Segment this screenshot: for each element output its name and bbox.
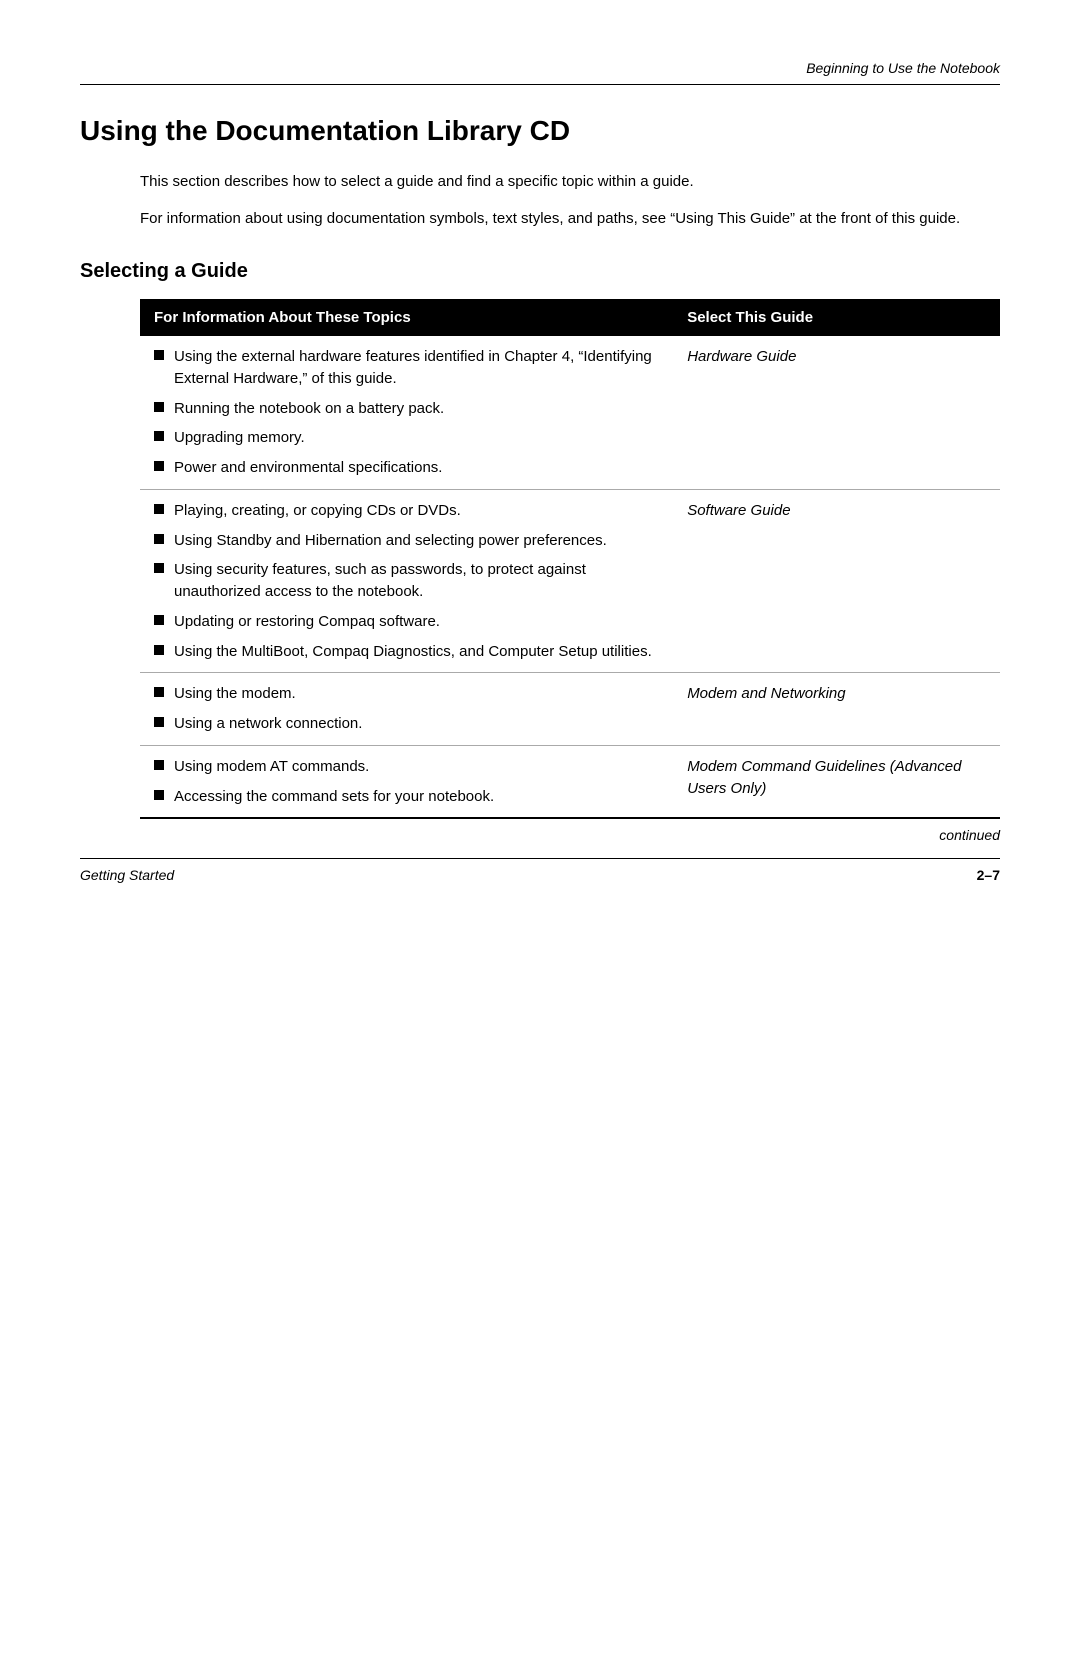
page-header: Beginning to Use the Notebook — [80, 60, 1000, 85]
list-item: Upgrading memory. — [154, 427, 659, 449]
list-item-text: Power and environmental specifications. — [174, 457, 442, 479]
footer-left: Getting Started — [80, 867, 174, 883]
list-item: Using Standby and Hibernation and select… — [154, 530, 659, 552]
bullet-icon — [154, 645, 164, 655]
bullet-icon — [154, 534, 164, 544]
guide-cell: Hardware Guide — [673, 336, 1000, 489]
bullet-icon — [154, 504, 164, 514]
list-item-text: Updating or restoring Compaq software. — [174, 611, 440, 633]
list-item-text: Playing, creating, or copying CDs or DVD… — [174, 500, 461, 522]
table-row: Using the external hardware features ide… — [140, 336, 1000, 489]
list-item-text: Using a network connection. — [174, 713, 362, 735]
list-item: Using the MultiBoot, Compaq Diagnostics,… — [154, 641, 659, 663]
intro-para-2: For information about using documentatio… — [140, 208, 1000, 231]
bullet-icon — [154, 563, 164, 573]
list-item-text: Upgrading memory. — [174, 427, 305, 449]
main-title: Using the Documentation Library CD — [80, 115, 1000, 147]
bullet-icon — [154, 431, 164, 441]
list-item-text: Using security features, such as passwor… — [174, 559, 659, 603]
guide-table: For Information About These Topics Selec… — [140, 299, 1000, 819]
list-item-text: Using the modem. — [174, 683, 296, 705]
list-item: Accessing the command sets for your note… — [154, 786, 659, 808]
list-item-text: Using modem AT commands. — [174, 756, 369, 778]
intro-section: This section describes how to select a g… — [140, 171, 1000, 230]
bullet-icon — [154, 760, 164, 770]
guide-cell: Modem and Networking — [673, 673, 1000, 746]
table-row: Playing, creating, or copying CDs or DVD… — [140, 489, 1000, 673]
continued-label: continued — [140, 827, 1000, 843]
bullet-icon — [154, 461, 164, 471]
topics-cell: Using modem AT commands. Accessing the co… — [140, 745, 673, 818]
list-item: Updating or restoring Compaq software. — [154, 611, 659, 633]
intro-para-1: This section describes how to select a g… — [140, 171, 1000, 194]
list-item: Using the modem. — [154, 683, 659, 705]
bullet-icon — [154, 402, 164, 412]
bullet-icon — [154, 717, 164, 727]
header-title: Beginning to Use the Notebook — [806, 60, 1000, 76]
guide-cell: Modem Command Guidelines (Advanced Users… — [673, 745, 1000, 818]
table-row: Using the modem. Using a network connecti… — [140, 673, 1000, 746]
table-header-row: For Information About These Topics Selec… — [140, 299, 1000, 336]
topics-cell: Using the modem. Using a network connecti… — [140, 673, 673, 746]
list-item-text: Using the external hardware features ide… — [174, 346, 659, 390]
bullet-icon — [154, 790, 164, 800]
col-topics-header: For Information About These Topics — [140, 299, 673, 336]
list-item: Running the notebook on a battery pack. — [154, 398, 659, 420]
topics-cell: Using the external hardware features ide… — [140, 336, 673, 489]
list-item: Power and environmental specifications. — [154, 457, 659, 479]
list-item-text: Running the notebook on a battery pack. — [174, 398, 444, 420]
list-item: Using a network connection. — [154, 713, 659, 735]
footer-right: 2–7 — [977, 867, 1000, 883]
list-item-text: Using Standby and Hibernation and select… — [174, 530, 607, 552]
bullet-icon — [154, 615, 164, 625]
page-footer: Getting Started 2–7 — [80, 858, 1000, 883]
section-title: Selecting a Guide — [80, 260, 1000, 283]
list-item-text: Using the MultiBoot, Compaq Diagnostics,… — [174, 641, 652, 663]
bullet-icon — [154, 687, 164, 697]
bullet-icon — [154, 350, 164, 360]
list-item: Using the external hardware features ide… — [154, 346, 659, 390]
topics-cell: Playing, creating, or copying CDs or DVD… — [140, 489, 673, 673]
list-item: Using security features, such as passwor… — [154, 559, 659, 603]
guide-cell: Software Guide — [673, 489, 1000, 673]
list-item: Playing, creating, or copying CDs or DVD… — [154, 500, 659, 522]
table-row: Using modem AT commands. Accessing the co… — [140, 745, 1000, 818]
list-item-text: Accessing the command sets for your note… — [174, 786, 494, 808]
col-guide-header: Select This Guide — [673, 299, 1000, 336]
list-item: Using modem AT commands. — [154, 756, 659, 778]
